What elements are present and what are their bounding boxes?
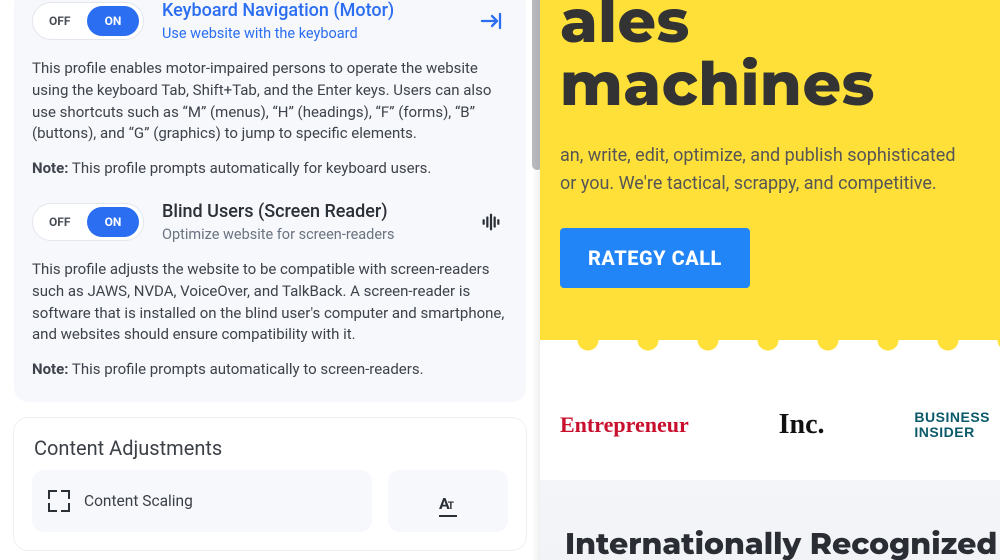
profile-blind-toggle[interactable]: OFF ON bbox=[32, 203, 144, 241]
profile-blind-users: OFF ON Blind Users (Screen Reader) Optim… bbox=[32, 201, 508, 378]
hero-subtext: an, write, edit, optimize, and publish s… bbox=[560, 142, 970, 198]
hero-headline: ales machines bbox=[560, 0, 970, 116]
toggle-on-knob: ON bbox=[87, 6, 139, 36]
profile-blind-note: Note: This profile prompts automatically… bbox=[32, 360, 508, 378]
content-adjustments-card: Content Adjustments Content Scaling AT bbox=[14, 418, 526, 550]
content-adjustments-heading: Content Adjustments bbox=[34, 436, 508, 460]
accessibility-panel: OFF ON Keyboard Navigation (Motor) Use w… bbox=[0, 0, 540, 560]
profile-keyboard-note: Note: This profile prompts automatically… bbox=[32, 159, 508, 177]
audio-waves-icon bbox=[474, 205, 508, 239]
adjust-readable-font[interactable]: AT bbox=[388, 470, 508, 532]
panel-scrollbar[interactable] bbox=[532, 0, 540, 170]
adjust-content-scaling-label: Content Scaling bbox=[84, 492, 193, 510]
toggle-off-label: OFF bbox=[49, 215, 70, 229]
font-size-icon: AT bbox=[439, 494, 457, 517]
toggle-on-knob: ON bbox=[87, 207, 139, 237]
profile-keyboard-subtitle: Use website with the keyboard bbox=[162, 25, 456, 42]
toggle-off-label: OFF bbox=[49, 14, 70, 28]
logo-business-insider: BUSINESSINSIDER bbox=[914, 410, 990, 439]
hero-cta-button[interactable]: RATEGY CALL bbox=[560, 228, 750, 288]
logo-inc: Inc. bbox=[779, 409, 825, 441]
expand-icon bbox=[48, 490, 70, 512]
recognition-heading: Internationally Recognized bbox=[565, 525, 1000, 560]
press-logos: Entrepreneur Inc. BUSINESSINSIDER bbox=[560, 395, 990, 455]
logo-entrepreneur: Entrepreneur bbox=[560, 412, 689, 438]
accessibility-profiles-card: OFF ON Keyboard Navigation (Motor) Use w… bbox=[14, 0, 526, 402]
adjust-content-scaling[interactable]: Content Scaling bbox=[32, 470, 372, 532]
profile-keyboard-title[interactable]: Keyboard Navigation (Motor) bbox=[162, 0, 456, 21]
profile-keyboard-navigation: OFF ON Keyboard Navigation (Motor) Use w… bbox=[32, 0, 508, 177]
profile-keyboard-toggle[interactable]: OFF ON bbox=[32, 2, 144, 40]
tab-key-icon bbox=[474, 4, 508, 38]
profile-blind-title: Blind Users (Screen Reader) bbox=[162, 201, 456, 222]
profile-blind-subtitle: Optimize website for screen-readers bbox=[162, 226, 456, 243]
profile-keyboard-description: This profile enables motor-impaired pers… bbox=[32, 58, 508, 145]
profile-blind-description: This profile adjusts the website to be c… bbox=[32, 259, 508, 346]
